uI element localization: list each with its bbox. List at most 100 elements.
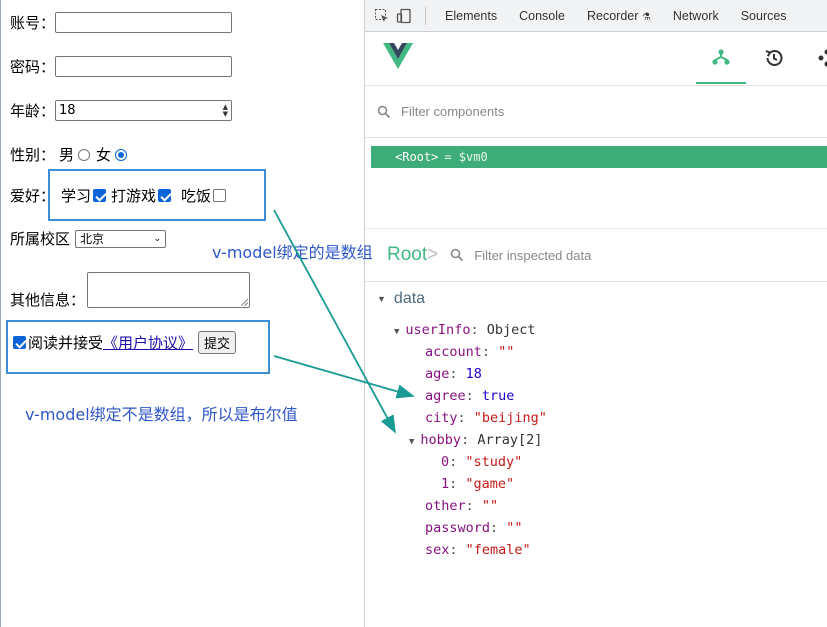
- tab-sources[interactable]: Sources: [730, 0, 798, 32]
- filter-components-input[interactable]: Filter components: [401, 104, 504, 119]
- campus-row: 所属校区 北京 ⌄: [10, 228, 167, 249]
- state-key: hobby: [420, 432, 462, 448]
- inspector-header: Root> Filter inspected data: [365, 228, 827, 282]
- component-tree-root[interactable]: <Root> = $vm0: [371, 146, 827, 168]
- plugins-tab-button[interactable]: [802, 32, 827, 84]
- chevron-down-icon: ⌄: [153, 233, 162, 244]
- state-row-age[interactable]: age: 18: [425, 366, 482, 382]
- history-icon: [765, 49, 783, 66]
- inspector-title-bracket: >: [427, 244, 439, 265]
- state-value: "beijing": [473, 410, 547, 426]
- data-section-header[interactable]: ▼ data: [377, 290, 425, 308]
- state-value: "study": [465, 454, 523, 470]
- state-row-city[interactable]: city: "beijing": [425, 410, 547, 426]
- data-section-label: data: [393, 290, 426, 307]
- device-toggle-icon[interactable]: [393, 0, 415, 32]
- age-label: 年龄：: [10, 102, 56, 120]
- state-key: password: [425, 520, 491, 536]
- sex-row: 性别： 男 女: [10, 144, 133, 165]
- state-value: "game": [465, 476, 515, 492]
- campus-label: 所属校区: [10, 230, 71, 248]
- tab-recorder[interactable]: Recorder ⚗: [576, 0, 662, 32]
- vue-devtools-toolbar: [365, 32, 827, 86]
- collapse-arrow-icon[interactable]: ▼: [377, 294, 386, 304]
- state-row-0[interactable]: 0: "study": [441, 454, 522, 470]
- state-key: 1: [441, 476, 450, 492]
- state-key: city: [425, 410, 458, 426]
- resize-handle-icon[interactable]: [241, 298, 249, 306]
- state-key: agree: [425, 388, 466, 404]
- account-input[interactable]: [55, 12, 233, 33]
- state-value: "": [481, 498, 499, 514]
- sex-label: 性别：: [10, 146, 56, 164]
- agree-annotation: v-model绑定不是数组，所以是布尔值: [25, 405, 298, 424]
- root-node-label: <Root>: [395, 150, 439, 164]
- state-row-account[interactable]: account: "": [425, 344, 514, 360]
- sex-female-radio[interactable]: [115, 148, 128, 161]
- state-value: Object: [486, 322, 536, 338]
- state-row-1[interactable]: 1: "game": [441, 476, 514, 492]
- inspector-title-text: Root: [387, 244, 428, 265]
- state-value: true: [481, 388, 515, 404]
- tab-network[interactable]: Network: [662, 0, 730, 32]
- inspect-cursor-icon[interactable]: [371, 0, 393, 32]
- search-icon: [450, 248, 464, 262]
- state-row-hobby[interactable]: ▼ hobby: Array[2]: [409, 432, 542, 448]
- state-key: 0: [441, 454, 450, 470]
- campus-select[interactable]: 北京 ⌄: [75, 229, 167, 248]
- other-row: 其他信息：: [10, 269, 251, 310]
- hobby-annotation: v-model绑定的是数组: [212, 243, 373, 262]
- root-vm-label: = $vm0: [444, 150, 488, 164]
- state-row-other[interactable]: other: "": [425, 498, 498, 514]
- component-tree-icon: [712, 49, 730, 65]
- state-value: Array[2]: [477, 432, 543, 448]
- panel-gap: [365, 170, 827, 228]
- filter-inspected-input[interactable]: Filter inspected data: [474, 248, 591, 263]
- age-row: 年龄： 18 ▲ ▼: [10, 100, 233, 121]
- collapse-arrow-icon[interactable]: ▼: [409, 437, 414, 447]
- state-key: age: [425, 366, 450, 382]
- password-input[interactable]: [55, 56, 233, 77]
- state-key: userInfo: [405, 322, 471, 338]
- hobby-highlight-box: [48, 169, 266, 221]
- sex-male-radio[interactable]: [78, 148, 91, 161]
- sex-option-male-label: 男: [59, 146, 75, 164]
- tab-console[interactable]: Console: [508, 0, 576, 32]
- state-key: sex: [425, 542, 450, 558]
- campus-selected: 北京: [80, 232, 105, 246]
- password-row: 密码：: [10, 56, 233, 77]
- tab-separator: [425, 6, 426, 25]
- timeline-tab-button[interactable]: [749, 32, 799, 84]
- components-tab-button[interactable]: [696, 32, 746, 84]
- state-value: 18: [465, 366, 482, 382]
- other-textarea[interactable]: [87, 271, 251, 308]
- state-value: "": [498, 344, 515, 360]
- filter-inspected-bar[interactable]: Filter inspected data: [450, 248, 591, 263]
- vue-logo-icon: [383, 43, 413, 69]
- search-icon: [377, 105, 391, 118]
- inspector-title: Root>: [387, 244, 438, 266]
- state-key: other: [425, 498, 466, 514]
- spinner-icon[interactable]: ▲ ▼: [223, 103, 228, 118]
- account-row: 账号：: [10, 12, 233, 33]
- tab-elements[interactable]: Elements: [434, 0, 508, 32]
- collapse-arrow-icon[interactable]: ▼: [394, 327, 399, 337]
- state-row-agree[interactable]: agree: true: [425, 388, 514, 404]
- state-row-password[interactable]: password: "": [425, 520, 523, 536]
- state-row-sex[interactable]: sex: "female": [425, 542, 531, 558]
- other-label: 其他信息：: [10, 291, 86, 309]
- state-row-userinfo[interactable]: ▼ userInfo: Object: [394, 322, 536, 338]
- account-label: 账号：: [10, 14, 56, 32]
- tab-recorder-label: Recorder: [586, 8, 639, 23]
- state-value: "female": [465, 542, 531, 558]
- state-value: "": [506, 520, 523, 536]
- agree-highlight-box: [6, 320, 270, 374]
- form-pane: 账号： 密码： 年龄： 18 ▲ ▼ 性别： 男 女 爱好： 学习 打游戏 吃饭 …: [0, 0, 364, 627]
- flask-icon: ⚗: [641, 11, 651, 23]
- filter-components-bar[interactable]: Filter components: [365, 86, 827, 138]
- age-value: 18: [59, 103, 76, 118]
- devtools-pane: Elements Console Recorder ⚗ Network Sour…: [364, 0, 827, 627]
- age-number-input[interactable]: 18 ▲ ▼: [55, 100, 233, 121]
- state-key: account: [425, 344, 482, 360]
- sex-option-female-label: 女: [96, 146, 112, 164]
